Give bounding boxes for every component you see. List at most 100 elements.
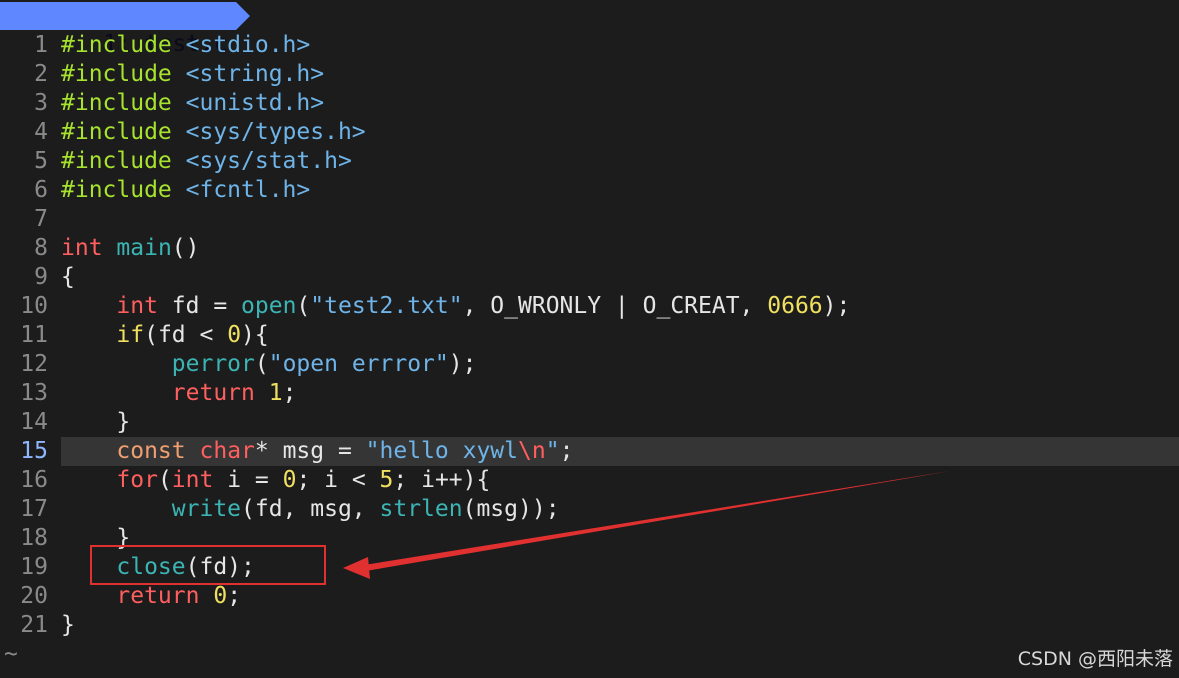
token-plain: ; i++){ <box>393 467 491 493</box>
line-text <box>61 205 1179 234</box>
code-line-15[interactable]: 15 const char* msg = "hello xywl\n"; <box>0 437 1179 466</box>
vim-editor-window: 1: test.c 1 #include <stdio.h> 2 #include <… <box>0 0 1179 678</box>
token-kw: return <box>171 380 255 406</box>
token-pp: #include <box>61 177 186 203</box>
tab-separator-arrow <box>236 2 250 30</box>
code-line-8[interactable]: 8 int main() <box>0 234 1179 263</box>
code-line-16[interactable]: 16 for(int i = 0; i < 5; i++){ <box>0 466 1179 495</box>
code-line-21[interactable]: 21} <box>0 611 1179 640</box>
token-fn: open <box>241 293 297 319</box>
code-line-17[interactable]: 17 write(fd, msg, strlen(msg)); <box>0 495 1179 524</box>
token-plain: ); <box>448 351 477 377</box>
token-plain: ; <box>559 438 574 464</box>
token-const: const <box>116 438 186 464</box>
line-text: } <box>61 611 1179 640</box>
code-line-10[interactable]: 10 int fd = open("test2.txt", O_WRONLY |… <box>0 292 1179 321</box>
token-num: 1 <box>268 380 283 406</box>
token-hdr: <sys/types.h> <box>185 119 366 145</box>
token-hdr: <unistd.h> <box>185 90 325 116</box>
token-hdr: <string.h> <box>185 61 325 87</box>
line-number: 12 <box>20 351 48 377</box>
line-number: 9 <box>34 264 48 290</box>
line-text: return 1; <box>61 379 1179 408</box>
code-line-1[interactable]: 1 #include <stdio.h> <box>0 31 1179 60</box>
code-line-2[interactable]: 2 #include <string.h> <box>0 60 1179 89</box>
token-num: 0666 <box>767 293 823 319</box>
line-text: for(int i = 0; i < 5; i++){ <box>61 466 1179 495</box>
code-line-11[interactable]: 11 if(fd < 0){ <box>0 321 1179 350</box>
token-plain: ( <box>296 293 311 319</box>
token-type: int <box>116 293 158 319</box>
token-str: "test2.txt" <box>310 293 463 319</box>
token-str: "hello xywl <box>365 438 518 464</box>
code-line-6[interactable]: 6 #include <fcntl.h> <box>0 176 1179 205</box>
line-text: #include <unistd.h> <box>61 89 1179 118</box>
code-line-7[interactable]: 7 <box>0 205 1179 234</box>
token-type: char <box>199 438 255 464</box>
line-number: 15 <box>20 438 48 464</box>
code-line-13[interactable]: 13 return 1; <box>0 379 1179 408</box>
code-line-20[interactable]: 20 return 0; <box>0 582 1179 611</box>
token-plain: ( <box>157 467 172 493</box>
token-plain: (fd, msg, <box>241 496 380 522</box>
code-line-12[interactable]: 12 perror("open errror"); <box>0 350 1179 379</box>
token-plain: ; <box>282 380 297 406</box>
token-hdr: <stdio.h> <box>185 32 311 58</box>
empty-line-marker: ~ <box>4 641 18 667</box>
code-line-9[interactable]: 9{ <box>0 263 1179 292</box>
token-hdr: <fcntl.h> <box>185 177 311 203</box>
line-number: 6 <box>34 177 48 203</box>
csdn-watermark: CSDN @西阳未落 <box>1017 648 1173 670</box>
line-number: 21 <box>20 612 48 638</box>
token-kw: return <box>116 583 200 609</box>
code-line-3[interactable]: 3 #include <unistd.h> <box>0 89 1179 118</box>
token-esc: \n <box>518 438 546 464</box>
token-pp: #include <box>61 61 186 87</box>
code-line-5[interactable]: 5 #include <sys/stat.h> <box>0 147 1179 176</box>
code-line-14[interactable]: 14 } <box>0 408 1179 437</box>
line-number: 14 <box>20 409 48 435</box>
line-text: perror("open errror"); <box>61 350 1179 379</box>
tab-test-c[interactable]: 1: test.c <box>0 2 236 57</box>
token-plain: ; i < <box>296 467 380 493</box>
token-kw: for <box>116 467 158 493</box>
tabline: 1: test.c <box>0 0 1179 57</box>
code-line-4[interactable]: 4 #include <sys/types.h> <box>0 118 1179 147</box>
line-number: 7 <box>34 206 48 232</box>
line-number: 8 <box>34 235 48 261</box>
token-fn: strlen <box>379 496 463 522</box>
line-number: 5 <box>34 148 48 174</box>
token-plain: ( <box>254 351 269 377</box>
line-number: 3 <box>34 90 48 116</box>
line-number: 4 <box>34 119 48 145</box>
line-text: #include <sys/types.h> <box>61 118 1179 147</box>
token-fn: main <box>116 235 172 261</box>
line-text: const char* msg = "hello xywl\n"; <box>61 437 1179 466</box>
line-number: 1 <box>34 32 48 58</box>
line-number: 17 <box>20 496 48 522</box>
token-num: 0 <box>227 322 242 348</box>
token-plain: { <box>61 264 75 290</box>
token-hdr: <sys/stat.h> <box>185 148 352 174</box>
line-number: 16 <box>20 467 48 493</box>
token-plain: fd = <box>157 293 242 319</box>
token-num: 0 <box>282 467 297 493</box>
token-num: 0 <box>213 583 228 609</box>
token-plain: ){ <box>241 322 269 348</box>
token-plain: i = <box>213 467 283 493</box>
token-plain: (msg)); <box>462 496 560 522</box>
token-str: "open errror" <box>268 351 449 377</box>
line-text: #include <stdio.h> <box>61 31 1179 60</box>
token-fn: write <box>171 496 242 522</box>
line-text: #include <string.h> <box>61 60 1179 89</box>
